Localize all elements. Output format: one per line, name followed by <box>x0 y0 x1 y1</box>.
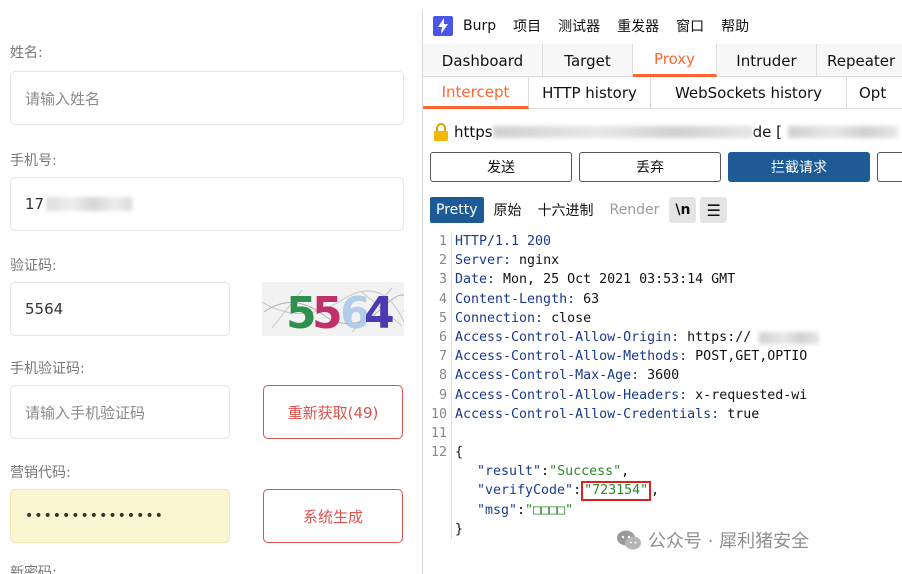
menu-lines-icon[interactable]: ☰ <box>700 197 727 223</box>
sms-label: 手机验证码: <box>10 361 85 377</box>
view-hex[interactable]: 十六进制 <box>532 197 600 223</box>
code-line: 10 Access-Control-Allow-Credentials: true <box>423 404 902 424</box>
code-line: 1 HTTP/1.1 200 <box>423 232 902 252</box>
marketing-code-input[interactable]: ••••••••••••••• <box>10 489 230 543</box>
captcha-input[interactable]: 5564 <box>10 282 230 336</box>
forward-button[interactable]: 发送 <box>430 152 572 182</box>
svg-text:4: 4 <box>364 288 395 336</box>
watermark: 公众号 · 犀利猪安全 <box>616 528 809 552</box>
menu-help[interactable]: 帮助 <box>721 16 749 36</box>
message-view-tabs: Pretty 原始 十六进制 Render \n ☰ <box>430 196 731 224</box>
new-password-label: 新密码: <box>10 565 57 574</box>
watermark-text: 公众号 · 犀利猪安全 <box>648 531 810 552</box>
url-redaction-2 <box>787 126 898 138</box>
code-line: 12{ <box>423 443 902 463</box>
menu-intruder[interactable]: 测试器 <box>558 16 600 36</box>
captcha-graphic: 5 5 6 4 <box>262 287 404 336</box>
sms-code-input[interactable]: 请输入手机验证码 <box>10 385 230 439</box>
sms-placeholder: 请输入手机验证码 <box>25 403 146 422</box>
view-render[interactable]: Render <box>604 197 666 223</box>
code-line: 3 Date: Mon, 25 Oct 2021 03:53:14 GMT <box>423 270 902 290</box>
tab-repeater[interactable]: Repeater <box>817 44 902 77</box>
origin-redaction <box>759 331 820 344</box>
phone-label: 手机号: <box>10 153 57 169</box>
code-line: 6 Access-Control-Allow-Origin: https:// <box>423 327 902 348</box>
captcha-image[interactable]: 5 5 6 4 <box>262 282 404 336</box>
marketing-code-value: ••••••••••••••• <box>25 508 164 524</box>
menu-repeater[interactable]: 重发器 <box>617 16 659 36</box>
phone-redaction <box>46 197 133 211</box>
verify-code-highlight: "723154" <box>581 481 652 501</box>
url-host-suffix: de [ <box>752 123 782 141</box>
registration-form: 姓名: 请输入姓名 手机号: 17 验证码: 5564 5 5 6 4 手机验证… <box>0 0 422 574</box>
name-label: 姓名: <box>10 45 43 61</box>
tab-http-history[interactable]: HTTP history <box>529 77 651 109</box>
tab-websockets-history[interactable]: WebSockets history <box>651 77 847 109</box>
tab-target[interactable]: Target <box>543 44 633 77</box>
code-line: 4 Content-Length: 63 <box>423 289 902 309</box>
url-scheme: https <box>454 123 493 141</box>
svg-text:5: 5 <box>312 288 343 336</box>
tab-options[interactable]: Opt <box>847 77 902 109</box>
code-line: 5 Connection: close <box>423 308 902 328</box>
newline-toggle[interactable]: \n <box>669 197 697 223</box>
menu-window[interactable]: 窗口 <box>676 16 704 36</box>
response-editor[interactable]: 1 HTTP/1.1 200 2 Server: nginx 3 Date: Mon,… <box>423 232 902 539</box>
code-line: 8 Access-Control-Max-Age: 3600 <box>423 366 902 386</box>
code-line: "verifyCode": "723154", <box>423 481 902 501</box>
code-line: "msg": "□□□□" <box>423 500 902 520</box>
proxy-tabs: Intercept HTTP history WebSockets histor… <box>423 77 902 109</box>
phone-input[interactable]: 17 <box>10 177 404 231</box>
resend-code-button[interactable]: 重新获取(49) <box>263 385 403 439</box>
tab-intercept[interactable]: Intercept <box>423 77 529 109</box>
lock-icon <box>434 123 448 141</box>
code-line: "result": "Success", <box>423 462 902 482</box>
code-line: 7 Access-Control-Allow-Methods: POST,GET,… <box>423 347 902 367</box>
captcha-label: 验证码: <box>10 258 57 274</box>
menu-project[interactable]: 项目 <box>513 16 541 36</box>
code-line: 2 Server: nginx <box>423 251 902 271</box>
code-line: 9 Access-Control-Allow-Headers: x-request… <box>423 385 902 405</box>
view-pretty[interactable]: Pretty <box>430 197 484 223</box>
generate-code-button[interactable]: 系统生成 <box>263 489 403 543</box>
code-line: 11 <box>423 423 902 444</box>
marketing-code-label: 营销代码: <box>10 465 71 481</box>
main-tabs: Dashboard Target Proxy Intruder Repeater <box>423 44 902 77</box>
burp-logo-icon <box>433 16 453 36</box>
menu-burp[interactable]: Burp <box>463 18 496 34</box>
tab-proxy[interactable]: Proxy <box>633 44 717 77</box>
name-placeholder: 请输入姓名 <box>25 89 101 108</box>
url-redaction <box>492 126 753 138</box>
request-target-bar: https de [ <box>433 120 902 144</box>
wechat-icon <box>617 530 641 550</box>
view-raw[interactable]: 原始 <box>488 197 528 223</box>
menu-bar: Burp 项目 测试器 重发器 窗口 帮助 <box>423 10 902 42</box>
tab-intruder[interactable]: Intruder <box>717 44 817 77</box>
intercept-toggle-button[interactable]: 拦截请求 <box>728 152 870 182</box>
captcha-value: 5564 <box>25 300 64 318</box>
drop-button[interactable]: 丢弃 <box>579 152 721 182</box>
tab-dashboard[interactable]: Dashboard <box>423 44 543 77</box>
phone-value: 17 <box>25 195 45 213</box>
action-button[interactable] <box>877 152 902 182</box>
name-input[interactable]: 请输入姓名 <box>10 71 404 125</box>
burp-suite-window: Burp 项目 测试器 重发器 窗口 帮助 Dashboard Target P… <box>422 10 902 574</box>
